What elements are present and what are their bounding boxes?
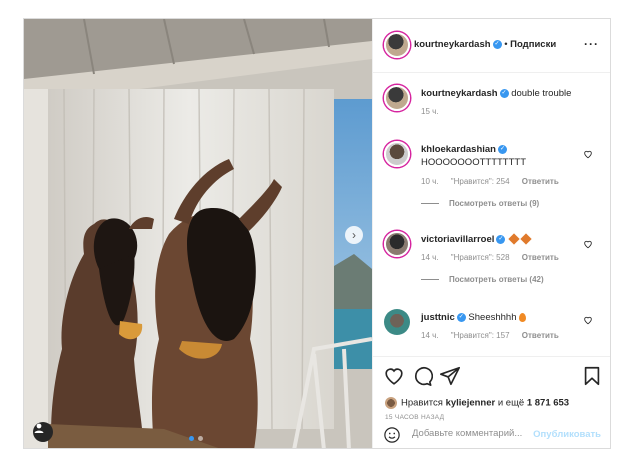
comment-item: victoriavillarroel ✓ 14 ч. "Нравится": 52… bbox=[373, 231, 610, 303]
verified-icon: ✓ bbox=[456, 312, 466, 322]
caption-body: double trouble bbox=[511, 88, 572, 99]
comment-text: victoriavillarroel ✓ bbox=[421, 233, 581, 246]
commenter-avatar[interactable] bbox=[384, 309, 410, 335]
comment-meta: 14 ч. "Нравится": 528 Ответить bbox=[421, 253, 569, 262]
caption-author[interactable]: kourtneykardash bbox=[421, 88, 498, 99]
next-photo-button[interactable]: › bbox=[345, 226, 363, 244]
caption-time: 15 ч. bbox=[421, 107, 439, 116]
comment-text: khloekardashian ✓ HOOOOOOOTTTTTTTT bbox=[421, 143, 581, 169]
caption-text: kourtneykardash ✓ double trouble bbox=[421, 87, 581, 100]
orange-heart-icon bbox=[508, 233, 520, 245]
author-avatar[interactable] bbox=[384, 32, 410, 58]
separator-dot: • bbox=[504, 39, 508, 50]
post-photo[interactable]: › bbox=[24, 19, 372, 448]
comment-author[interactable]: justtnic bbox=[421, 312, 455, 323]
comment-like-icon[interactable] bbox=[583, 239, 593, 249]
share-icon[interactable] bbox=[439, 365, 461, 387]
view-replies-button[interactable]: Посмотреть ответы (42) bbox=[421, 275, 544, 284]
comment-author[interactable]: victoriavillarroel bbox=[421, 234, 494, 245]
header-line: kourtneykardash ✓ • Подписки bbox=[414, 39, 556, 50]
comment-icon[interactable] bbox=[411, 365, 433, 387]
comment-likes[interactable]: "Нравится": 157 bbox=[451, 331, 510, 340]
comment-likes[interactable]: "Нравится": 528 bbox=[451, 253, 510, 262]
likes-summary[interactable]: Нравится kyliejenner и ещё 1 871 653 bbox=[385, 397, 569, 409]
orange-heart-icon bbox=[520, 233, 532, 245]
user-tag-icon bbox=[34, 423, 44, 433]
add-comment-bar: Опубликовать bbox=[373, 427, 610, 448]
comment-text: justtnic ✓ Sheeshhhh bbox=[421, 311, 581, 324]
smile-icon[interactable] bbox=[383, 426, 401, 444]
post-header: kourtneykardash ✓ • Подписки ··· bbox=[373, 19, 610, 73]
comment-like-icon[interactable] bbox=[583, 149, 593, 159]
comment-author[interactable]: khloekardashian bbox=[421, 144, 496, 155]
carousel-dot-active bbox=[189, 436, 194, 441]
chevron-right-icon: › bbox=[352, 228, 356, 242]
follow-button[interactable]: Подписки bbox=[510, 39, 556, 50]
verified-icon: ✓ bbox=[499, 88, 509, 98]
reply-button[interactable]: Ответить bbox=[522, 253, 559, 262]
reply-button[interactable]: Ответить bbox=[522, 331, 559, 340]
verified-icon: ✓ bbox=[496, 234, 506, 244]
post-dialog: › kourtneykardash ✓ • Подписки ··· kourtn bbox=[23, 18, 611, 449]
fire-icon bbox=[518, 312, 526, 322]
caption: kourtneykardash ✓ double trouble 15 ч. bbox=[373, 85, 610, 125]
liker-username[interactable]: kyliejenner bbox=[446, 398, 496, 409]
likes-count[interactable]: 1 871 653 bbox=[527, 398, 569, 409]
post-actions: Нравится kyliejenner и ещё 1 871 653 15 … bbox=[373, 356, 610, 448]
comment-like-icon[interactable] bbox=[583, 315, 593, 325]
comment-body: HOOOOOOOTTTTTTTT bbox=[421, 157, 527, 168]
view-replies-button[interactable]: Посмотреть ответы (9) bbox=[421, 199, 539, 208]
comment-time: 14 ч. bbox=[421, 331, 439, 340]
more-icon[interactable]: ··· bbox=[584, 37, 599, 51]
publish-button[interactable]: Опубликовать bbox=[533, 429, 601, 440]
likes-prefix: Нравится bbox=[401, 397, 443, 409]
post-timestamp[interactable]: 15 ЧАСОВ НАЗАД bbox=[385, 414, 444, 421]
verified-icon: ✓ bbox=[497, 144, 507, 154]
carousel-dot bbox=[198, 436, 203, 441]
post-side-panel: kourtneykardash ✓ • Подписки ··· kourtney… bbox=[372, 19, 610, 448]
photo-illustration bbox=[24, 19, 372, 448]
comment-item: khloekardashian ✓ HOOOOOOOTTTTTTTT 10 ч. … bbox=[373, 141, 610, 221]
comment-time: 10 ч. bbox=[421, 177, 439, 186]
comment-time: 14 ч. bbox=[421, 253, 439, 262]
tagged-users-button[interactable] bbox=[33, 422, 53, 442]
comment-meta: 10 ч. "Нравится": 254 Ответить bbox=[421, 177, 569, 186]
commenter-avatar[interactable] bbox=[384, 231, 410, 257]
reply-button[interactable]: Ответить bbox=[522, 177, 559, 186]
commenter-avatar[interactable] bbox=[384, 141, 410, 167]
likes-connector: и ещё bbox=[497, 397, 525, 409]
comment-likes[interactable]: "Нравится": 254 bbox=[451, 177, 510, 186]
comment-body: Sheeshhhh bbox=[468, 312, 517, 323]
liker-avatar bbox=[385, 397, 397, 409]
comment-meta: 14 ч. "Нравится": 157 Ответить bbox=[421, 331, 569, 340]
bookmark-icon[interactable] bbox=[581, 365, 603, 387]
heart-icon[interactable] bbox=[383, 365, 405, 387]
verified-icon: ✓ bbox=[492, 39, 502, 49]
comment-item: justtnic ✓ Sheeshhhh 14 ч. "Нравится": 15… bbox=[373, 309, 610, 353]
caption-avatar[interactable] bbox=[384, 85, 410, 111]
comments-list[interactable]: kourtneykardash ✓ double trouble 15 ч. kh… bbox=[373, 73, 610, 356]
author-username[interactable]: kourtneykardash bbox=[414, 39, 491, 50]
carousel-indicator bbox=[189, 436, 203, 441]
